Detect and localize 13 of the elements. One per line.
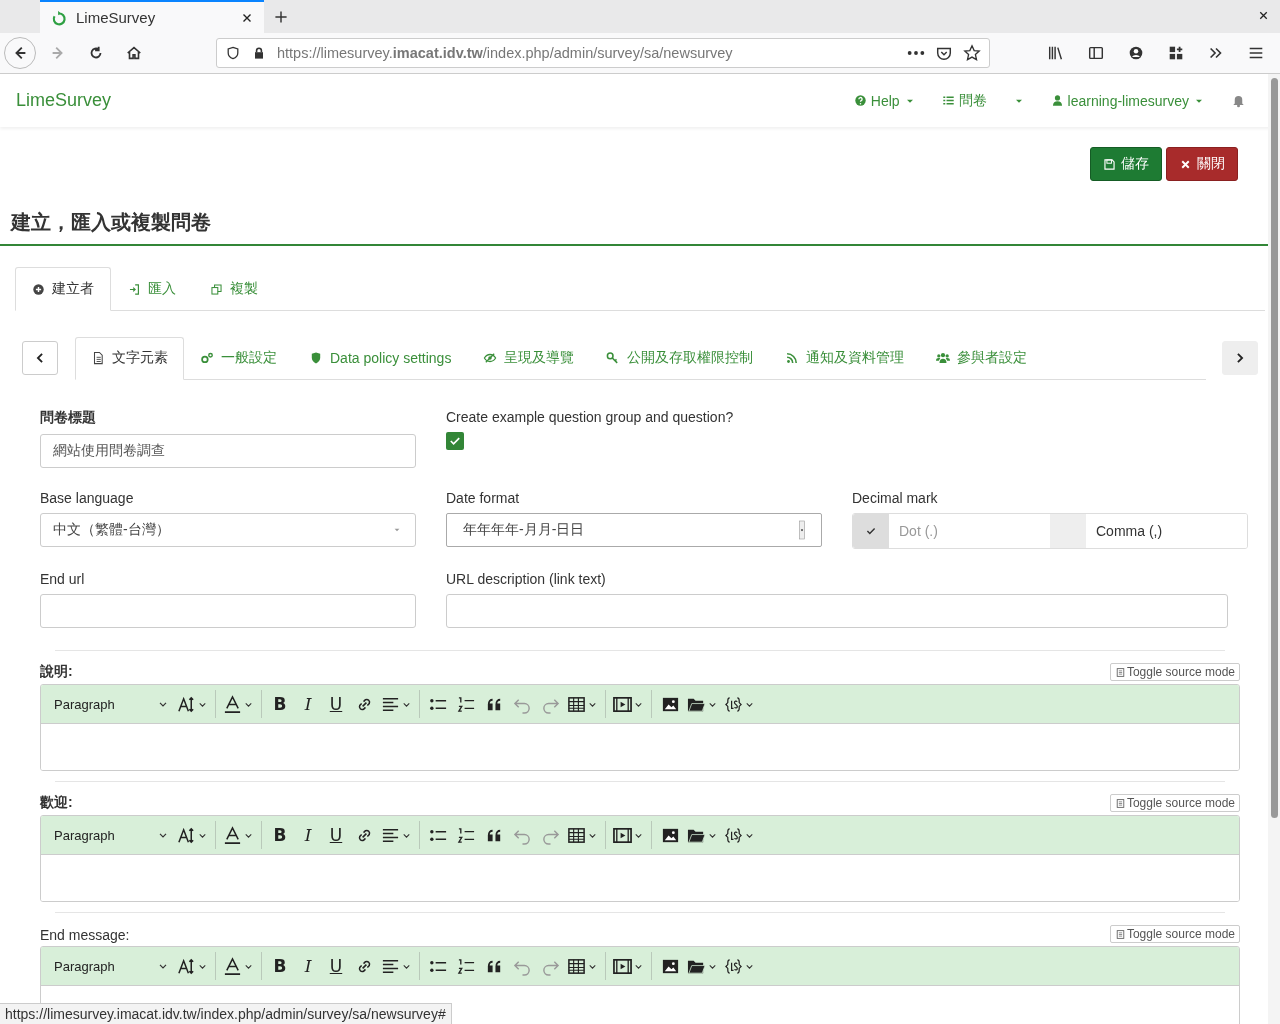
editor-label: 歡迎: [40,794,73,812]
status-bar-url: https://limesurvey.imacat.idv.tw/index.php/admin/survey/sa/newsurvey# [0,1003,452,1024]
field-label: Create example question group and question? [446,409,735,425]
field-label: URL description (link text) [446,571,607,587]
field-label: Decimal mark [852,490,939,506]
editor-label: 說明: [40,663,73,681]
field-label: End url [40,571,86,587]
field-label: Date format [446,490,521,506]
editor-label: End message: [40,927,130,943]
field-label: 問卷標題 [40,409,97,427]
page-title: 建立，匯入或複製問卷 [11,210,212,235]
field-label: Base language [40,490,135,506]
url-text: https://limesurvey.imacat.idv.tw/index.php/admin/survey/sa/newsurvey [277,45,734,61]
